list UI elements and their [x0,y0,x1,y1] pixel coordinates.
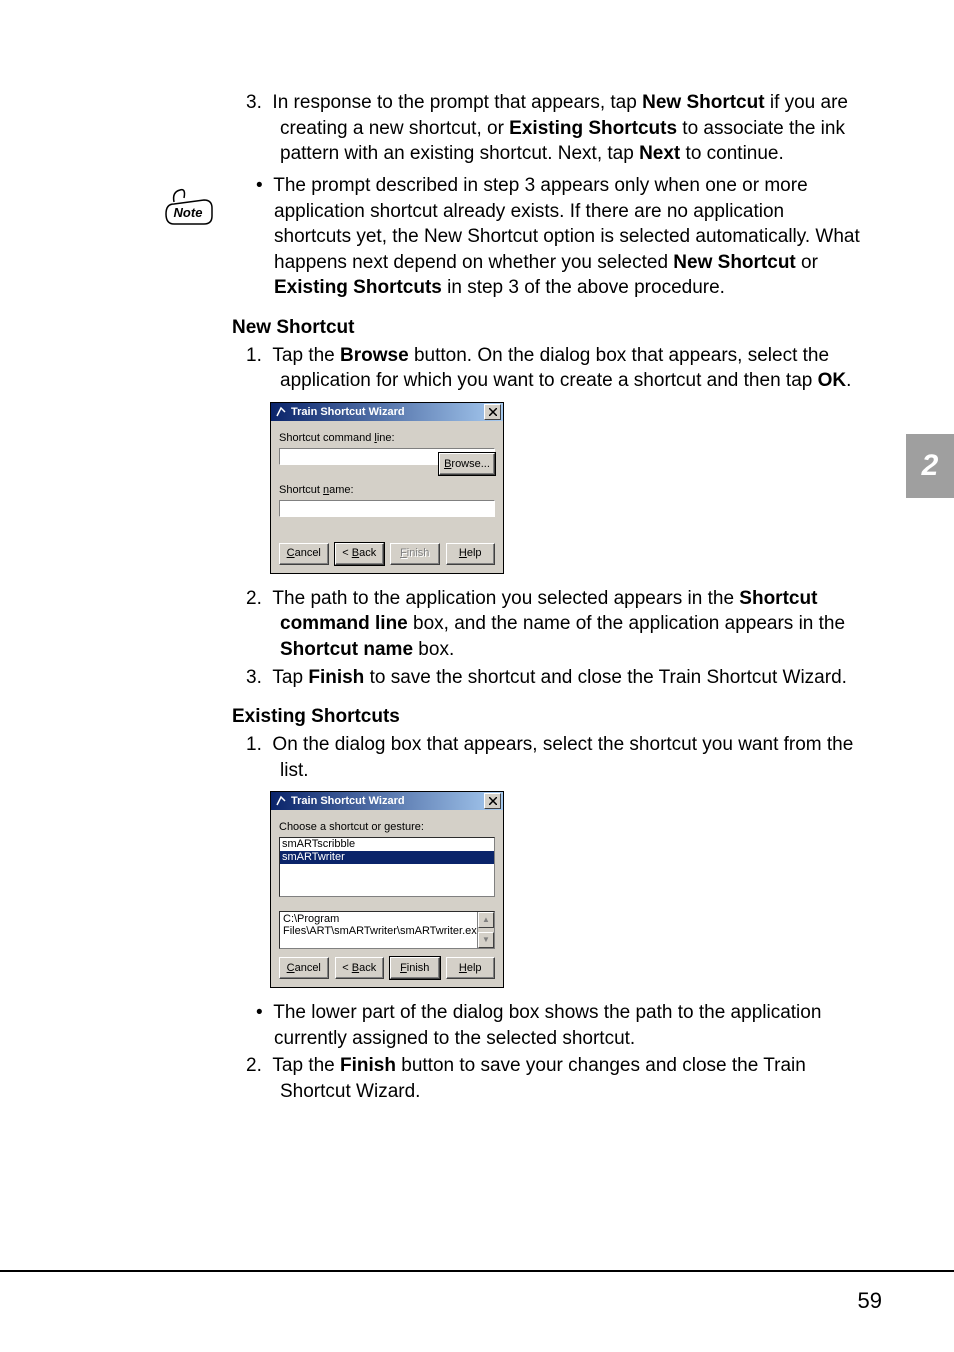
train-shortcut-wizard-dialog-1: Train Shortcut Wizard Shortcut command l… [270,402,504,574]
finish-button[interactable]: Finish [390,957,440,979]
path-display: C:\Program Files\ART\smARTwriter\smARTwr… [279,911,495,949]
chapter-tab: 2 [906,434,954,498]
existing-shortcuts-heading: Existing Shortcuts [232,704,862,730]
step-3: 3. In response to the prompt that appear… [246,90,862,167]
es-step-1: 1. On the dialog box that appears, selec… [246,732,862,783]
choose-shortcut-label: Choose a shortcut or gesture: [279,820,495,835]
list-item[interactable]: smARTscribble [280,838,494,851]
cancel-button[interactable]: Cancel [279,543,329,565]
note-bullet: • The prompt described in step 3 appears… [246,173,862,301]
train-shortcut-wizard-dialog-2: Train Shortcut Wizard Choose a shortcut … [270,791,504,988]
scroll-up-icon[interactable]: ▲ [478,912,494,928]
shortcut-name-label: Shortcut name: [279,483,495,498]
dialog-titlebar[interactable]: Train Shortcut Wizard [271,403,503,421]
es-step-2: 2. Tap the Finish button to save your ch… [246,1053,862,1104]
app-icon [275,406,287,418]
ns-step-3: 3. Tap Finish to save the shortcut and c… [246,665,862,691]
back-button[interactable]: < Back [335,543,385,565]
help-button[interactable]: Help [446,957,496,979]
dialog-title: Train Shortcut Wizard [291,794,484,809]
close-button[interactable] [484,793,501,809]
close-button[interactable] [484,404,501,420]
list-item[interactable]: smARTwriter [280,851,494,864]
ns-step-1: 1. Tap the Browse button. On the dialog … [246,343,862,394]
page-rule [0,1270,954,1272]
app-icon [275,795,287,807]
scrollbar[interactable]: ▲ ▼ [477,912,494,948]
page-number: 59 [858,1288,882,1314]
back-button[interactable]: < Back [335,957,385,979]
svg-text:Note: Note [174,205,203,220]
browse-button[interactable]: Browse... [439,453,495,475]
shortcut-command-line-label: Shortcut command line: [279,431,495,446]
help-button[interactable]: Help [446,543,496,565]
ns-step-2: 2. The path to the application you selec… [246,586,862,663]
shortcut-listbox[interactable]: smARTscribble smARTwriter [279,837,495,897]
es-bullet: • The lower part of the dialog box shows… [246,1000,862,1051]
new-shortcut-heading: New Shortcut [232,315,862,341]
finish-button[interactable]: Finish [390,543,440,565]
dialog-titlebar[interactable]: Train Shortcut Wizard [271,792,503,810]
cancel-button[interactable]: Cancel [279,957,329,979]
dialog-title: Train Shortcut Wizard [291,405,484,420]
shortcut-name-input[interactable] [279,500,495,517]
scroll-down-icon[interactable]: ▼ [478,932,494,948]
note-callout: Note [160,184,218,231]
